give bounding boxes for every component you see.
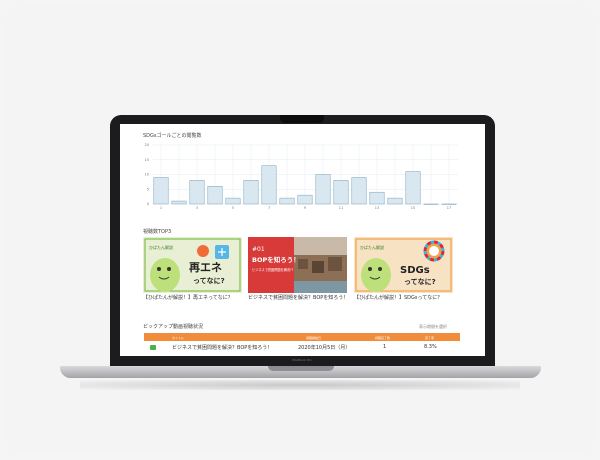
video-thumbnail-3[interactable]: ひぱたん解説 SDGs ってなに? [354,237,453,293]
bar-goal-12 [351,177,367,205]
bar-goal-2 [171,200,187,205]
sun-icon [197,245,209,257]
video-caption-1[interactable]: 【ひぱたんが解説！】再エネってなに？ [143,295,247,302]
svg-text:ビジネスで貧困問題を解決!?: ビジネスで貧困問題を解決!? [252,267,294,272]
thumbnail-1-art: ひぱたん解説 再エネ ってなに? [143,237,242,293]
bar-goal-7 [261,165,277,205]
y-tick-label: 15 [145,158,149,162]
video-thumbnail-1[interactable]: ひぱたん解説 再エネ ってなに? [143,237,242,293]
dinosaur-mascot-icon [150,258,180,292]
y-tick-label: 0 [147,202,149,206]
x-tick-label: 7 [268,206,270,210]
y-tick-label: 20 [145,143,149,147]
video-thumbnail-2[interactable]: #01 BOPを知ろう！ ビジネスで貧困問題を解決!? [248,237,347,293]
table-header: タイトル 視聴開始日 視聴完了数 完了率 [144,333,460,341]
svg-text:ひぱたん解説: ひぱたん解説 [360,244,384,250]
column-header-rate: 完了率 [425,335,435,340]
table-row[interactable]: ビジネスで貧困問題を解決？BOPを知ろう！ 2020年10月5日（月） 1 8.… [144,342,460,352]
laptop-screen: SDGsゴールごとの閲覧数 20 15 10 5 0 1 3 5 7 9 11 13 15 17 視聴数T… [120,124,485,356]
svg-text:#01: #01 [252,246,265,253]
svg-text:再エネ: 再エネ [189,261,222,274]
period-select-link[interactable]: 表示期間を選択 [419,324,447,330]
popular-section-title: 視聴数TOP3 [143,229,172,235]
laptop-shadow [80,380,520,390]
bar-goal-15 [405,171,421,205]
video-caption-2[interactable]: ビジネスで貧困問題を解決？BOPを知ろう！ [248,295,352,302]
bar-goal-14 [387,197,403,205]
bar-goal-4 [207,186,223,205]
row-title[interactable]: ビジネスで貧困問題を解決？BOPを知ろう！ [172,344,272,351]
column-header-count: 視聴完了数 [375,335,391,340]
x-tick-label: 13 [375,206,379,210]
thumbnail-3-art: ひぱたん解説 SDGs ってなに? [354,237,453,293]
x-tick-label: 17 [447,206,451,210]
thumbnail-2-art: #01 BOPを知ろう！ ビジネスで貧困問題を解決!? [248,237,347,293]
dinosaur-mascot-icon [361,258,391,292]
x-tick-label: 1 [160,206,162,210]
x-tick-label: 11 [339,206,343,210]
x-tick-label: 5 [232,206,234,210]
svg-text:ってなに?: ってなに? [404,277,436,286]
y-tick-label: 5 [147,187,149,191]
pickup-section-title: ピックアップ動画視聴状況 [143,324,204,330]
bar-goal-1 [153,177,169,205]
video-caption-3[interactable]: 【ひぱたんが解説！】SDGsってなに？ [354,295,458,302]
svg-text:ひぱたん解説: ひぱたん解説 [149,244,173,250]
sdgs-wheel-icon [423,240,445,262]
column-header-title: タイトル [172,335,185,340]
laptop-opening-notch [268,366,334,371]
bar-goal-5 [225,197,241,205]
views-bar-chart: 201510501 3 5 7 9 11 13 15 17 [145,143,458,210]
x-tick-label: 9 [304,206,306,210]
bar-goal-10 [315,174,331,205]
bar-goal-9 [297,194,313,205]
chart-section-title: SDGsゴールごとの閲覧数 [143,133,202,139]
row-rate: 8.3% [424,344,437,350]
row-date: 2020年10月5日（月） [298,345,351,351]
y-tick-label: 10 [145,173,149,177]
model-label: MacBook Pro [292,358,312,362]
svg-text:BOPを知ろう！: BOPを知ろう！ [252,255,300,264]
bar-goal-8 [279,197,295,205]
svg-text:SDGs: SDGs [400,265,430,276]
bar-goal-11 [333,180,349,205]
play-icon[interactable] [150,344,156,350]
bar-goal-6 [243,180,259,205]
svg-text:ってなに?: ってなに? [193,276,225,285]
bar-goal-13 [369,191,385,205]
column-header-date: 視聴開始日 [306,335,322,340]
x-tick-label: 15 [411,206,415,210]
bar-goal-3 [189,180,205,205]
camera-notch [280,115,324,123]
x-tick-label: 3 [196,206,198,210]
row-count: 1 [383,344,387,350]
